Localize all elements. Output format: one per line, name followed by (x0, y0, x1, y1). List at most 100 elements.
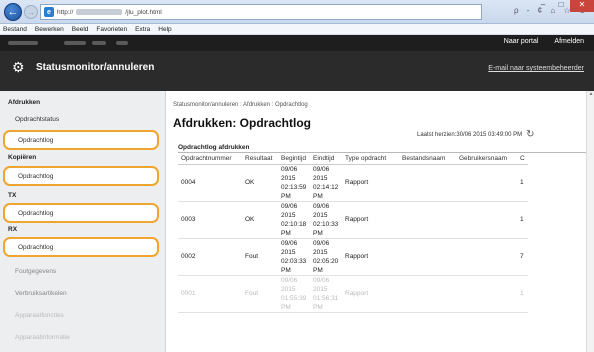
sidebar-item-verbruiksartikelen[interactable]: Verbruiksartikelen (0, 283, 164, 303)
start-time-cell: 09/06 2015 01:55:39 PM (278, 275, 310, 313)
address-bar[interactable]: e http:// /jlu_plot.html (40, 4, 482, 20)
time-line: PM (313, 303, 323, 311)
result-cell: Fout (242, 275, 278, 313)
maximize-icon[interactable]: □ (552, 0, 570, 12)
menu-bewerken[interactable]: Bewerken (35, 24, 64, 34)
start-time-cell: 09/06 2015 02:03:33 PM (278, 238, 310, 276)
time-line: 09/06 (313, 165, 330, 173)
col-header: Opdrachtnummer (178, 153, 242, 165)
time-line: PM (281, 303, 291, 311)
start-time-cell: 09/06 2015 02:10:18 PM (278, 201, 310, 239)
time-line: PM (281, 266, 291, 274)
table-row: 0001 Fout 09/06 2015 01:55:39 PM 09/06 2015 01:5… (178, 275, 528, 313)
col-header: Begintijd (278, 153, 310, 165)
mail-admin-link[interactable]: E-mail naar systeembeheerder (488, 65, 584, 72)
time-line: 02:10:18 (281, 220, 307, 228)
sidebar-item-rx-opdrachtlog[interactable]: Opdrachtlog (3, 237, 159, 257)
sidebar-item-foutgegevens[interactable]: Foutgegevens (0, 261, 164, 281)
sidebar-heading-afdrukken: Afdrukken (8, 99, 41, 106)
col-header: Resultaat (242, 153, 278, 165)
close-icon[interactable]: ✕ (570, 0, 594, 12)
time-line: 02:14:12 (313, 183, 339, 191)
sidebar-item-tx-opdrachtlog[interactable]: Opdrachtlog (3, 203, 159, 223)
time-line: 2015 (313, 285, 328, 293)
minimize-icon[interactable]: – (534, 0, 552, 12)
address-suffix: /jlu_plot.html (125, 8, 162, 16)
file-name-cell (399, 238, 456, 276)
sidebar-item-apparaatinformatie[interactable]: Apparaatinformatie (0, 327, 164, 347)
end-time-cell: 09/06 2015 02:05:20 PM (310, 238, 342, 276)
job-type-cell: Rapport (342, 275, 399, 313)
time-line: 2015 (313, 248, 328, 256)
sidebar-item-kopieren-opdrachtlog[interactable]: Opdrachtlog (3, 166, 159, 186)
file-name-cell (399, 164, 456, 202)
time-line: 09/06 (281, 276, 298, 284)
user-name-cell (456, 201, 517, 239)
sidebar-item-apparaatfuncties[interactable]: Apparaatfuncties (0, 305, 164, 325)
count-cell: 1 (517, 164, 528, 202)
time-line: 01:56:31 (313, 294, 339, 302)
time-line: 09/06 (313, 276, 330, 284)
sidebar-heading-kopieren: Kopiëren (8, 154, 37, 161)
redacted-text (116, 41, 128, 45)
time-line: 09/06 (313, 239, 330, 247)
sidebar: Afdrukken Opdrachtstatus Opdrachtlog Kop… (0, 91, 166, 352)
result-cell: Fout (242, 238, 278, 276)
job-log-table: Opdrachtnummer Resultaat Begintijd Eindt… (178, 153, 528, 313)
time-line: 02:10:33 (313, 220, 339, 228)
menu-bestand[interactable]: Bestand (3, 24, 27, 34)
end-time-cell: 09/06 2015 02:10:33 PM (310, 201, 342, 239)
count-cell: 7 (517, 238, 528, 276)
time-line: PM (281, 192, 291, 200)
user-name-cell (456, 238, 517, 276)
time-line: 2015 (313, 211, 328, 219)
time-line: 09/06 (281, 239, 298, 247)
menu-extra[interactable]: Extra (135, 24, 150, 34)
file-name-cell (399, 201, 456, 239)
start-time-cell: 09/06 2015 02:13:59 PM (278, 164, 310, 202)
sidebar-item-opdrachtstatus[interactable]: Opdrachtstatus (0, 109, 164, 129)
sidebar-heading-rx: RX (8, 226, 18, 233)
logout-link[interactable]: Afmelden (554, 38, 584, 45)
job-number-cell: 0001 (178, 275, 242, 313)
time-line: 09/06 (281, 165, 298, 173)
menu-favorieten[interactable]: Favorieten (96, 24, 127, 34)
time-line: PM (313, 229, 323, 237)
forward-arrow-icon[interactable]: → (24, 5, 38, 19)
job-number-cell: 0003 (178, 201, 242, 239)
address-prefix: http:// (57, 8, 74, 16)
time-line: 02:03:33 (281, 257, 307, 265)
back-arrow-icon[interactable]: ← (4, 3, 22, 21)
result-cell: OK (242, 201, 278, 239)
end-time-cell: 09/06 2015 02:14:12 PM (310, 164, 342, 202)
portal-link[interactable]: Naar portal (504, 38, 539, 45)
sidebar-heading-tx: TX (8, 192, 17, 199)
time-line: 2015 (281, 211, 296, 219)
col-header: Gebruikersnaam (456, 153, 517, 165)
count-cell: 1 (517, 275, 528, 313)
user-name-cell (456, 275, 517, 313)
redacted-text (64, 41, 86, 45)
sidebar-item-afdrukken-opdrachtlog[interactable]: Opdrachtlog (3, 130, 159, 150)
menu-beeld[interactable]: Beeld (72, 24, 89, 34)
scroll-up-icon[interactable]: ▲ (587, 91, 594, 99)
time-line: 2015 (313, 174, 328, 182)
time-line: 09/06 (281, 202, 298, 210)
time-line: PM (281, 229, 291, 237)
table-title: Opdrachtlog afdrukken (178, 144, 250, 151)
user-name-cell (456, 164, 517, 202)
table-row: 0002 Fout 09/06 2015 02:03:33 PM 09/06 2015 02:0… (178, 238, 528, 276)
file-name-cell (399, 275, 456, 313)
end-time-cell: 09/06 2015 01:56:31 PM (310, 275, 342, 313)
time-line: 09/06 (313, 202, 330, 210)
vertical-scrollbar[interactable]: ▲ (586, 91, 594, 352)
col-header: Bestandsnaam (399, 153, 456, 165)
main-content: Statusmonitor/annuleren : Afdrukken : Op… (166, 91, 594, 352)
menu-help[interactable]: Help (158, 24, 171, 34)
job-type-cell: Rapport (342, 238, 399, 276)
job-number-cell: 0002 (178, 238, 242, 276)
refresh-icon[interactable]: ↻ (526, 129, 534, 140)
table-row: 0003 OK 09/06 2015 02:10:18 PM 09/06 2015 02:10:… (178, 201, 528, 239)
redacted-text (92, 41, 106, 45)
last-updated-text: Laatst herzien:30/06 2015 03:49:00 PM (417, 131, 523, 138)
